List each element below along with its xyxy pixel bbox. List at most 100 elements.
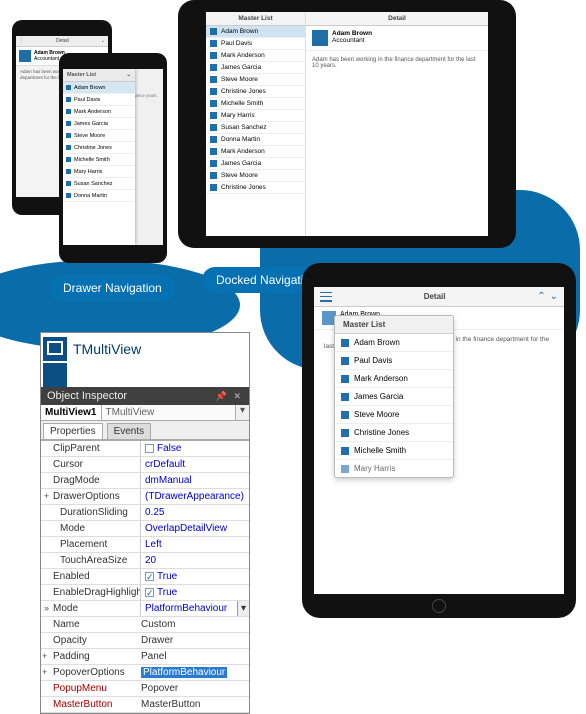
list-item[interactable]: Christine Jones xyxy=(335,424,453,442)
property-row[interactable]: »ModePlatformBehaviour▾ xyxy=(41,601,249,617)
list-item[interactable]: James Garcia xyxy=(63,118,135,130)
property-row[interactable]: ClipParentFalse xyxy=(41,441,249,457)
list-item[interactable]: James Garcia xyxy=(206,158,305,170)
expand-icon[interactable] xyxy=(41,569,52,584)
list-item[interactable]: Steve Moore xyxy=(206,170,305,182)
person-name: Mark Anderson xyxy=(221,52,265,59)
list-item[interactable]: Steve Moore xyxy=(63,130,135,142)
list-item[interactable]: Steve Moore xyxy=(335,406,453,424)
list-item[interactable]: Adam Brown xyxy=(206,26,305,38)
list-item[interactable]: Adam Brown xyxy=(63,82,135,94)
list-item[interactable]: Mary Harris xyxy=(63,166,135,178)
expand-icon[interactable] xyxy=(41,441,52,456)
list-item[interactable]: James Garcia xyxy=(335,388,453,406)
avatar-icon xyxy=(341,393,349,401)
property-value[interactable]: dmManual xyxy=(140,473,249,488)
property-value[interactable]: True xyxy=(140,585,249,600)
checkbox-icon[interactable] xyxy=(145,572,154,581)
home-button-icon[interactable] xyxy=(432,599,446,613)
pin-icon[interactable]: 📌 xyxy=(216,391,229,401)
expand-icon[interactable] xyxy=(41,505,52,520)
chevron-down-icon[interactable]: ▾ xyxy=(237,601,249,616)
property-value[interactable]: crDefault xyxy=(140,457,249,472)
property-row[interactable]: EnableDragHighlightTrue xyxy=(41,585,249,601)
property-row[interactable]: +DrawerOptions(TDrawerAppearance) xyxy=(41,489,249,505)
checkbox-icon[interactable] xyxy=(145,588,154,597)
expand-icon[interactable] xyxy=(41,553,52,568)
property-value[interactable]: OverlapDetailView xyxy=(140,521,249,536)
property-name: DurationSliding xyxy=(52,505,140,520)
hamburger-icon[interactable] xyxy=(320,292,332,302)
list-item[interactable]: Christine Jones xyxy=(63,142,135,154)
chevron-icon[interactable]: ⌄ xyxy=(126,72,131,78)
list-item[interactable]: Mary Harris xyxy=(335,460,453,477)
property-row[interactable]: PopupMenuPopover xyxy=(41,681,249,697)
dropdown-option[interactable]: Popover xyxy=(141,683,178,694)
expand-icon[interactable]: + xyxy=(41,489,52,504)
property-value[interactable]: (TDrawerAppearance) xyxy=(140,489,249,504)
expand-icon[interactable] xyxy=(41,473,52,488)
dropdown-option[interactable]: MasterButton xyxy=(141,699,200,710)
list-item[interactable]: Michelle Smith xyxy=(206,98,305,110)
close-icon[interactable]: ✕ xyxy=(233,391,243,401)
tab-properties[interactable]: Properties xyxy=(43,423,103,439)
list-item[interactable]: Christine Jones xyxy=(206,86,305,98)
dropdown-option[interactable]: PlatformBehaviour xyxy=(141,667,227,678)
expand-icon[interactable] xyxy=(41,521,52,536)
dropdown-option[interactable]: Panel xyxy=(141,651,167,662)
list-item[interactable]: Mark Anderson xyxy=(206,50,305,62)
property-row[interactable]: PaddingPanel xyxy=(41,649,249,665)
list-item[interactable]: Paul Davis xyxy=(206,38,305,50)
property-row[interactable]: DragModedmManual xyxy=(41,473,249,489)
list-item[interactable]: James Garcia xyxy=(206,62,305,74)
list-item[interactable]: Mary Harris xyxy=(206,110,305,122)
property-row[interactable]: ModeOverlapDetailView xyxy=(41,521,249,537)
property-value[interactable]: Left xyxy=(140,537,249,552)
expand-icon[interactable]: » xyxy=(41,601,52,616)
avatar-icon xyxy=(66,193,71,198)
property-row[interactable]: DurationSliding0.25 xyxy=(41,505,249,521)
property-row[interactable]: TouchAreaSize20 xyxy=(41,553,249,569)
property-row[interactable]: OpacityDrawer xyxy=(41,633,249,649)
chevron-icon[interactable]: ⌄ xyxy=(101,38,105,44)
person-role: Accountant xyxy=(332,37,372,44)
property-row[interactable]: PopoverOptionsPlatformBehaviour xyxy=(41,665,249,681)
chevron-up-icon[interactable]: ⌃ xyxy=(537,291,545,302)
expand-icon[interactable] xyxy=(41,537,52,552)
list-item[interactable]: Paul Davis xyxy=(63,94,135,106)
property-value[interactable]: PlatformBehaviour▾ xyxy=(140,601,249,616)
expand-icon[interactable] xyxy=(41,585,52,600)
property-row[interactable]: NameCustom xyxy=(41,617,249,633)
list-item[interactable]: Susan Sanchez xyxy=(206,122,305,134)
property-name: Cursor xyxy=(52,457,140,472)
list-item[interactable]: Michelle Smith xyxy=(335,442,453,460)
property-row[interactable]: MasterButtonMasterButton xyxy=(41,697,249,713)
list-item[interactable]: Christine Jones xyxy=(206,182,305,194)
property-row[interactable]: PlacementLeft xyxy=(41,537,249,553)
list-item[interactable]: Mark Anderson xyxy=(63,106,135,118)
property-value[interactable]: True xyxy=(140,569,249,584)
property-row[interactable]: CursorcrDefault xyxy=(41,457,249,473)
checkbox-icon[interactable] xyxy=(145,444,154,453)
property-value[interactable]: 0.25 xyxy=(140,505,249,520)
list-item[interactable]: Michelle Smith xyxy=(63,154,135,166)
list-item[interactable]: Adam Brown xyxy=(335,334,453,352)
list-item[interactable]: Mark Anderson xyxy=(206,146,305,158)
chevron-down-icon[interactable]: ▾ xyxy=(235,405,249,420)
list-item[interactable]: Paul Davis xyxy=(335,352,453,370)
tab-events[interactable]: Events xyxy=(107,423,152,439)
property-value[interactable]: 20 xyxy=(140,553,249,568)
dropdown-option[interactable]: Custom xyxy=(141,619,175,630)
list-item[interactable]: Donna Martin xyxy=(63,190,135,202)
caption-drawer-navigation: Drawer Navigation xyxy=(49,275,176,301)
list-item[interactable]: Donna Martin xyxy=(206,134,305,146)
instance-selector[interactable]: MultiView1 TMultiView ▾ xyxy=(41,405,249,421)
property-row[interactable]: EnabledTrue xyxy=(41,569,249,585)
list-item[interactable]: Steve Moore xyxy=(206,74,305,86)
property-value[interactable]: False xyxy=(140,441,249,456)
list-item[interactable]: Susan Sanchez xyxy=(63,178,135,190)
expand-icon[interactable] xyxy=(41,457,52,472)
chevron-down-icon[interactable]: ⌄ xyxy=(550,291,558,302)
list-item[interactable]: Mark Anderson xyxy=(335,370,453,388)
menu-icon[interactable]: ⋮ xyxy=(19,38,24,44)
